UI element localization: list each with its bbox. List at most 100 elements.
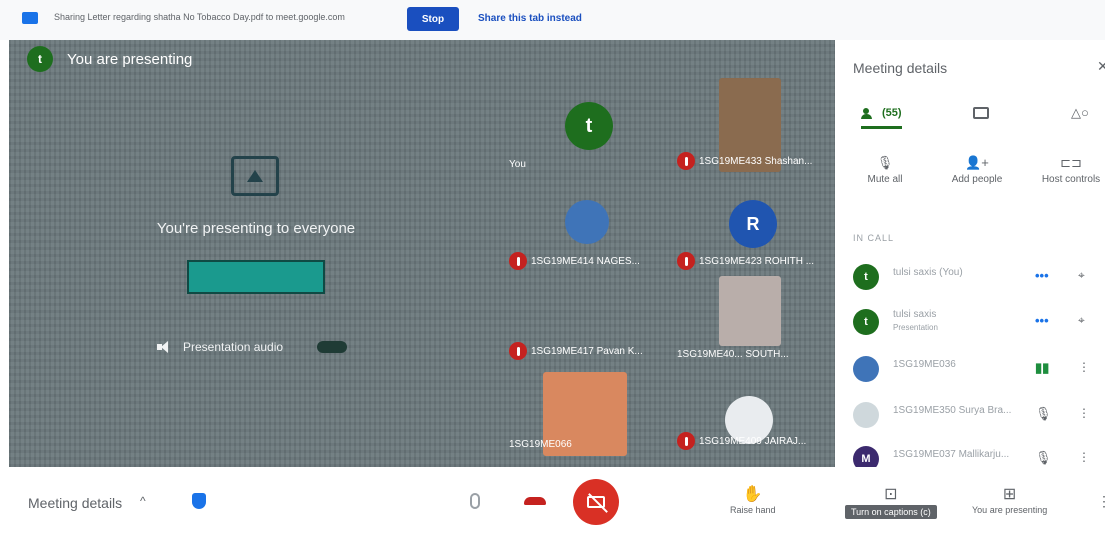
participant-tile[interactable]: 1SG19ME066 bbox=[505, 366, 671, 456]
more-options-icon[interactable]: ⋮ bbox=[1097, 493, 1105, 510]
stop-sharing-button[interactable]: Stop bbox=[407, 7, 459, 31]
tile-avatar-image bbox=[565, 200, 609, 244]
tile-name: You bbox=[509, 159, 526, 170]
host-controls-label: Host controls bbox=[1041, 174, 1101, 185]
raise-hand-label: Raise hand bbox=[730, 505, 776, 515]
participant-avatar bbox=[853, 402, 879, 428]
share-this-tab-instead-link[interactable]: Share this tab instead bbox=[478, 13, 582, 24]
presenter-avatar: t bbox=[27, 46, 53, 72]
panel-title: Meeting details bbox=[853, 60, 948, 76]
presenter-label: You are presenting bbox=[67, 50, 193, 68]
more-dots-icon[interactable]: ••• bbox=[1035, 268, 1049, 283]
captions-button[interactable]: ⊡ Turn on captions (c) bbox=[845, 485, 937, 519]
speaking-icon: ▮▮ bbox=[1035, 360, 1050, 375]
hang-up-button[interactable] bbox=[524, 497, 546, 505]
more-dots-icon[interactable]: ••• bbox=[1035, 313, 1049, 328]
camera-off-icon bbox=[587, 496, 605, 508]
present-screen-icon bbox=[231, 156, 279, 196]
participant-tile[interactable]: 1SG19ME433 Shashan... bbox=[673, 78, 835, 176]
participant-tile[interactable]: 1SG19ME409 JAIRAJ... bbox=[673, 366, 835, 456]
captions-icon: ⊡ bbox=[884, 486, 898, 503]
raise-hand-button[interactable]: ✋ Raise hand bbox=[730, 485, 776, 515]
pin-icon[interactable]: ⌖ bbox=[1078, 313, 1085, 328]
people-actions: 🎙 Mute all 👤+ Add people ⊏⊐ Host control… bbox=[835, 152, 1105, 202]
pin-icon[interactable]: ⌖ bbox=[1078, 268, 1085, 283]
more-vert-icon[interactable]: ⋮ bbox=[1078, 450, 1090, 464]
add-person-icon: 👤+ bbox=[965, 155, 989, 170]
participant-avatar: t bbox=[853, 309, 879, 335]
share-message: Sharing Letter regarding shatha No Tobac… bbox=[54, 12, 345, 22]
shield-icon[interactable] bbox=[192, 493, 206, 509]
participant-name: 1SG19ME350 Surya Bra... bbox=[893, 405, 1012, 416]
present-icon: ⊞ bbox=[1002, 486, 1017, 503]
tile-caption: 1SG19ME40... SOUTH... bbox=[677, 349, 789, 360]
speaker-icon bbox=[157, 341, 173, 353]
presenting-label: You are presenting bbox=[972, 505, 1048, 515]
tile-caption: 1SG19ME423 ROHITH ... bbox=[677, 252, 814, 270]
close-icon[interactable]: ✕ bbox=[1097, 58, 1105, 75]
mic-off-icon bbox=[677, 252, 695, 270]
participant-tile[interactable]: 1SG19ME40... SOUTH... bbox=[673, 276, 835, 366]
participant-row[interactable]: t tulsi saxis (You) ••• ⌖ bbox=[835, 257, 1105, 297]
audio-visualizer bbox=[317, 341, 348, 353]
tile-caption: 1SG19ME409 JAIRAJ... bbox=[677, 432, 806, 450]
participant-tile-you[interactable]: t You bbox=[505, 86, 671, 176]
camera-off-button[interactable] bbox=[573, 479, 619, 525]
meeting-details-panel: Meeting details ✕ (55) △○ 🎙 Mute all 👤+ … bbox=[835, 40, 1105, 472]
tile-name: 1SG19ME414 NAGES... bbox=[531, 255, 640, 267]
in-call-section-label: IN CALL bbox=[853, 233, 895, 243]
presentation-audio-label: Presentation audio bbox=[183, 340, 284, 354]
tile-caption: You bbox=[509, 159, 526, 170]
mic-off-icon bbox=[509, 252, 527, 270]
participant-row[interactable]: 1SG19ME350 Surya Bra... 🎙 ⋮ bbox=[835, 395, 1105, 435]
microphone-button[interactable] bbox=[470, 493, 480, 509]
presentation-audio-row[interactable]: Presentation audio bbox=[157, 340, 348, 354]
participant-name: 1SG19ME037 Mallikarju... bbox=[893, 449, 1010, 460]
participant-row[interactable]: t tulsi saxis Presentation ••• ⌖ bbox=[835, 302, 1105, 342]
captions-tooltip: Turn on captions (c) bbox=[845, 505, 937, 519]
host-controls-button[interactable]: ⊏⊐ Host controls bbox=[1031, 152, 1105, 185]
tile-name: 1SG19ME40... SOUTH... bbox=[677, 349, 789, 360]
participant-name: tulsi saxis (You) bbox=[893, 267, 963, 278]
meeting-stage: t You are presenting You're presenting t… bbox=[9, 40, 835, 467]
mute-all-button[interactable]: 🎙 Mute all bbox=[845, 152, 925, 185]
participant-row[interactable]: 1SG19ME036 ▮▮ ⋮ bbox=[835, 349, 1105, 389]
more-vert-icon[interactable]: ⋮ bbox=[1078, 360, 1090, 374]
screen-share-icon bbox=[22, 12, 38, 24]
bottom-bar: Meeting details ^ ✋ Raise hand ⊡ Turn on… bbox=[0, 467, 1105, 536]
tile-caption: 1SG19ME417 Pavan K... bbox=[509, 342, 643, 360]
tile-caption: 1SG19ME414 NAGES... bbox=[509, 252, 640, 270]
mic-off-icon bbox=[509, 342, 527, 360]
people-count: (55) bbox=[882, 107, 902, 119]
participant-tile[interactable]: 1SG19ME417 Pavan K... bbox=[505, 276, 671, 366]
mute-all-label: Mute all bbox=[867, 174, 903, 185]
tile-avatar: t bbox=[565, 102, 613, 150]
tile-name: 1SG19ME066 bbox=[509, 439, 572, 450]
participant-tile[interactable]: 1SG19ME414 NAGES... bbox=[505, 186, 671, 276]
chevron-up-icon[interactable]: ^ bbox=[140, 494, 146, 508]
participant-subtitle: Presentation bbox=[893, 323, 938, 332]
activities-icon: △○ bbox=[1071, 105, 1089, 120]
mic-off-icon: 🎙 bbox=[1035, 406, 1052, 421]
meeting-details-button[interactable]: Meeting details bbox=[28, 495, 122, 511]
presenting-to-everyone-text: You're presenting to everyone bbox=[156, 220, 356, 237]
chat-icon bbox=[973, 107, 989, 119]
more-vert-icon[interactable]: ⋮ bbox=[1078, 406, 1090, 420]
presentation-pane: You're presenting to everyone Presentati… bbox=[9, 120, 499, 420]
people-icon bbox=[861, 107, 877, 119]
tab-people[interactable]: (55) bbox=[861, 100, 902, 129]
add-people-button[interactable]: 👤+ Add people bbox=[937, 152, 1017, 185]
tab-chat[interactable] bbox=[973, 100, 989, 126]
tile-name: 1SG19ME423 ROHITH ... bbox=[699, 255, 815, 267]
participant-name: 1SG19ME036 bbox=[893, 359, 956, 370]
hand-icon: ✋ bbox=[742, 486, 763, 503]
tab-activities[interactable]: △○ bbox=[1071, 100, 1089, 126]
participant-tile[interactable]: R 1SG19ME423 ROHITH ... bbox=[673, 186, 835, 276]
participant-avatar: t bbox=[853, 264, 879, 290]
participant-name: tulsi saxis bbox=[893, 309, 937, 320]
stop-presenting-button[interactable] bbox=[187, 260, 325, 294]
present-now-button[interactable]: ⊞ You are presenting bbox=[972, 485, 1047, 515]
tile-name: 1SG19ME417 Pavan K... bbox=[531, 345, 643, 357]
screen-share-bar: Sharing Letter regarding shatha No Tobac… bbox=[0, 0, 1105, 40]
tile-caption: 1SG19ME066 bbox=[509, 439, 572, 450]
